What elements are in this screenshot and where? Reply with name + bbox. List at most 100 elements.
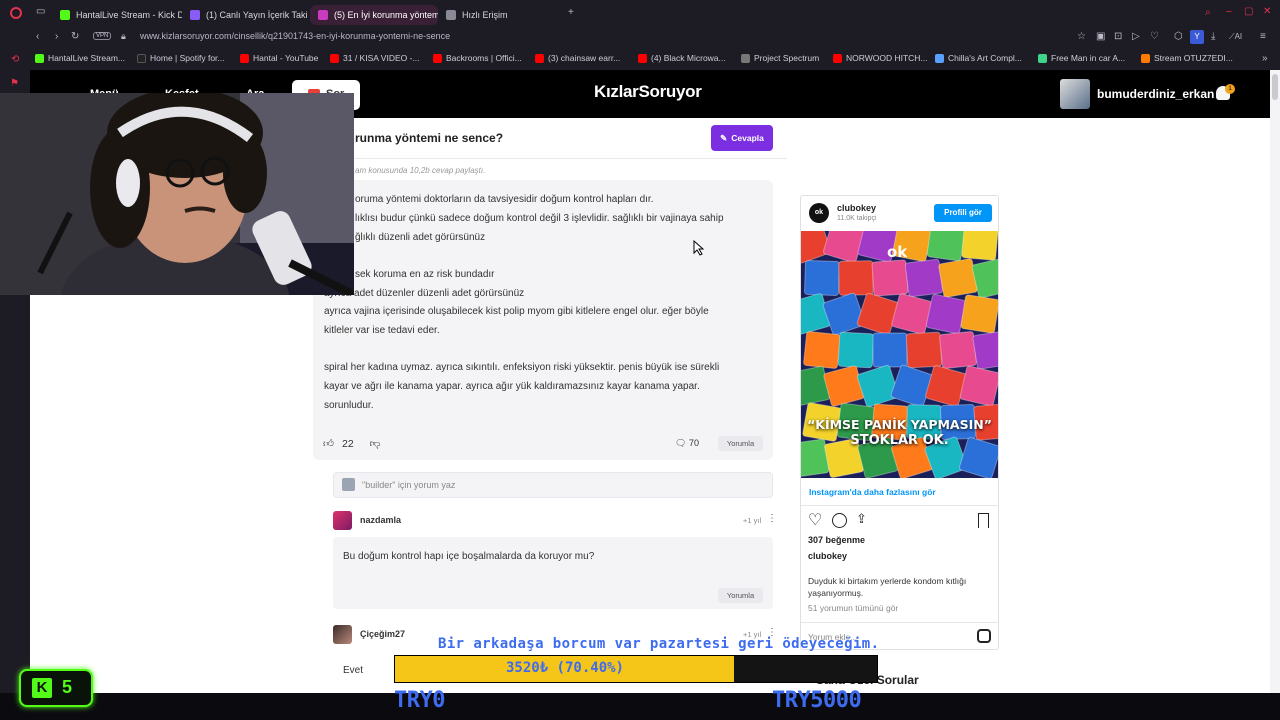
answer-line: spiral her kadına uymaz. ayrıca sıkıntıl… — [324, 362, 720, 373]
extensions-icon[interactable]: ⬡ — [1174, 31, 1183, 42]
forward-icon[interactable]: › — [55, 31, 58, 42]
packet-shape — [856, 292, 900, 336]
reply-button[interactable]: Yorumla — [718, 588, 763, 603]
scrollbar-thumb[interactable] — [1272, 74, 1278, 100]
tab-label: HantalLive Stream - Kick D — [76, 10, 182, 20]
tab-kizlarsoruyor[interactable]: (5) En İyi korunma yöntem — [310, 5, 438, 25]
bookmark-item[interactable]: Home | Spotify for... — [137, 53, 225, 63]
bookmark-label: HantalLive Stream... — [48, 53, 126, 63]
answer-line: ayrıca adet düzenler düzenli adet görürs… — [324, 288, 525, 299]
comment-placeholder[interactable]: "builder" için yorum yaz — [362, 480, 455, 490]
tab-canli-yayin[interactable]: (1) Canlı Yayın İçerik Takib — [182, 5, 307, 25]
bookmark-favicon-icon — [741, 53, 750, 63]
maximize-icon[interactable]: ▢ — [1244, 6, 1253, 17]
webcam-overlay — [0, 93, 354, 295]
reply-button[interactable]: Yorumla — [718, 436, 763, 451]
menu-icon[interactable]: ≡ — [1260, 31, 1266, 42]
instagram-account[interactable]: clubokey — [837, 203, 876, 213]
avatar[interactable] — [333, 625, 352, 644]
tab-kick[interactable]: HantalLive Stream - Kick D — [52, 5, 182, 25]
more-bookmarks-icon[interactable]: » — [1262, 53, 1268, 64]
instagram-more-link[interactable]: Instagram'da daha fazlasını gör — [809, 487, 936, 497]
packet-shape — [905, 331, 943, 369]
bookmark-favicon-icon — [330, 53, 339, 63]
question-title: runma yöntemi ne sence? — [355, 131, 504, 145]
share-icon[interactable]: ⇪ — [856, 511, 867, 527]
packet-shape — [801, 365, 831, 407]
answer-line: oruma yöntemi doktorların da tavsiyesidi… — [355, 194, 654, 205]
answer-line: sorunludur. — [324, 400, 374, 411]
instagram-caption-user[interactable]: clubokey — [808, 551, 847, 561]
donation-goal-text: 3520₺ (70.40%) — [505, 660, 624, 676]
bookmark-item[interactable]: Free Man in car A... — [1038, 53, 1125, 63]
scrollbar[interactable] — [1270, 70, 1280, 693]
kick-logo-icon: K — [32, 678, 52, 698]
bookmark-label: Backrooms | Offici... — [446, 53, 522, 63]
snapshot-icon[interactable]: ▣ — [1096, 31, 1105, 42]
like-heart-icon[interactable]: ♡ — [808, 510, 822, 530]
sidebar-extension-icon[interactable]: ⚑ — [10, 78, 19, 89]
bookmark-item[interactable]: Hantal - YouTube — [240, 53, 318, 63]
bookmark-item[interactable]: HantalLive Stream... — [35, 53, 125, 63]
browser-tab-bar: ▭ HantalLive Stream - Kick D (1) Canlı Y… — [0, 0, 1280, 28]
url-field[interactable]: www.kizlarsoruyor.com/cinsellik/q2190174… — [140, 31, 450, 41]
player-icon[interactable]: ▷ — [1132, 31, 1140, 42]
bookmark-item[interactable]: Backrooms | Offici... — [433, 53, 522, 63]
username[interactable]: bumuderdiniz_erkan — [1097, 87, 1214, 101]
bookmark-label: Chilla's Art Compl... — [948, 53, 1022, 63]
pencil-icon: ✎ — [720, 132, 728, 143]
heart-icon[interactable]: ♡ — [1150, 31, 1159, 42]
comment-icon: 🗨︎ — [675, 438, 687, 448]
user-avatar[interactable] — [1060, 79, 1090, 109]
avatar[interactable] — [333, 511, 352, 530]
bookmark-item[interactable]: Project Spectrum — [741, 53, 819, 63]
bookmark-item[interactable]: Stream OTUZ7EDI... — [1141, 53, 1233, 63]
builder-avatar-icon — [342, 478, 355, 491]
answer-button[interactable]: ✎ Cevapla — [711, 125, 773, 151]
instagram-likes: 307 beğenme — [808, 535, 866, 545]
bookmark-item[interactable]: NORWOOD HITCH... — [833, 53, 928, 63]
packet-shape — [871, 259, 909, 297]
packet-shape — [959, 365, 998, 407]
comment-author[interactable]: nazdamla — [360, 515, 401, 525]
aria-icon[interactable]: ⟋AI — [1229, 32, 1242, 42]
more-options-icon[interactable]: ⋮ — [767, 513, 777, 524]
back-icon[interactable]: ‹ — [36, 31, 39, 42]
packet-shape — [926, 231, 966, 262]
workspaces-icon[interactable]: ▭ — [36, 6, 45, 17]
instagram-post-image[interactable]: ok “KİMSE PANİK YAPMASIN” STOKLAR OK. — [801, 231, 998, 478]
comment-author[interactable]: Çiçeğim27 — [360, 629, 405, 639]
bookmark-item[interactable]: (4) Black Microwa... — [638, 53, 726, 63]
thumbs-up-icon[interactable]: 👍︎ — [323, 437, 334, 450]
view-profile-button[interactable]: Profili gör — [934, 204, 992, 222]
bookmark-item[interactable]: Chilla's Art Compl... — [935, 53, 1022, 63]
bookmark-label: 31 / KISA VIDEO -... — [343, 53, 420, 63]
new-tab-icon[interactable]: + — [568, 7, 574, 18]
vpn-badge[interactable]: VPN — [93, 32, 112, 40]
opera-logo-icon[interactable] — [10, 7, 22, 19]
poll-option[interactable]: Evet — [343, 665, 363, 676]
tab-hizli-erisim[interactable]: Hızlı Erişim — [438, 5, 558, 25]
comment-bubble-icon[interactable] — [832, 513, 847, 528]
bookmark-item[interactable]: 31 / KISA VIDEO -... — [330, 53, 420, 63]
instagram-avatar[interactable]: ok — [809, 203, 829, 223]
thumbs-down-icon[interactable]: 👎︎ — [370, 437, 381, 450]
instagram-all-comments[interactable]: 51 yorumun tümünü gör — [808, 603, 898, 613]
search-tabs-icon[interactable]: ⌕ — [1205, 7, 1211, 18]
kick-favicon-icon — [60, 10, 70, 20]
bookmark-item[interactable]: (3) chainsaw earr... — [535, 53, 620, 63]
site-logo[interactable]: KızlarSoruyor — [594, 82, 702, 102]
screenshot-icon[interactable]: ⊡ — [1114, 31, 1122, 42]
save-bookmark-icon[interactable] — [978, 513, 989, 528]
instagram-logo-icon[interactable] — [977, 629, 991, 643]
comment-count[interactable]: 🗨︎ 70 — [675, 438, 699, 449]
profile-icon[interactable]: Y — [1190, 30, 1204, 44]
bookmark-favicon-icon — [35, 53, 44, 63]
download-icon[interactable]: ⤓ — [1211, 31, 1215, 42]
minimize-icon[interactable]: – — [1226, 6, 1232, 17]
close-window-icon[interactable]: ✕ — [1263, 6, 1271, 17]
bookmark-page-icon[interactable]: ☆ — [1077, 31, 1086, 42]
reload-icon[interactable]: ↻ — [71, 31, 79, 42]
donation-message: Bir arkadaşa borcum var pazartesi geri ö… — [438, 636, 880, 652]
divider — [355, 158, 787, 159]
